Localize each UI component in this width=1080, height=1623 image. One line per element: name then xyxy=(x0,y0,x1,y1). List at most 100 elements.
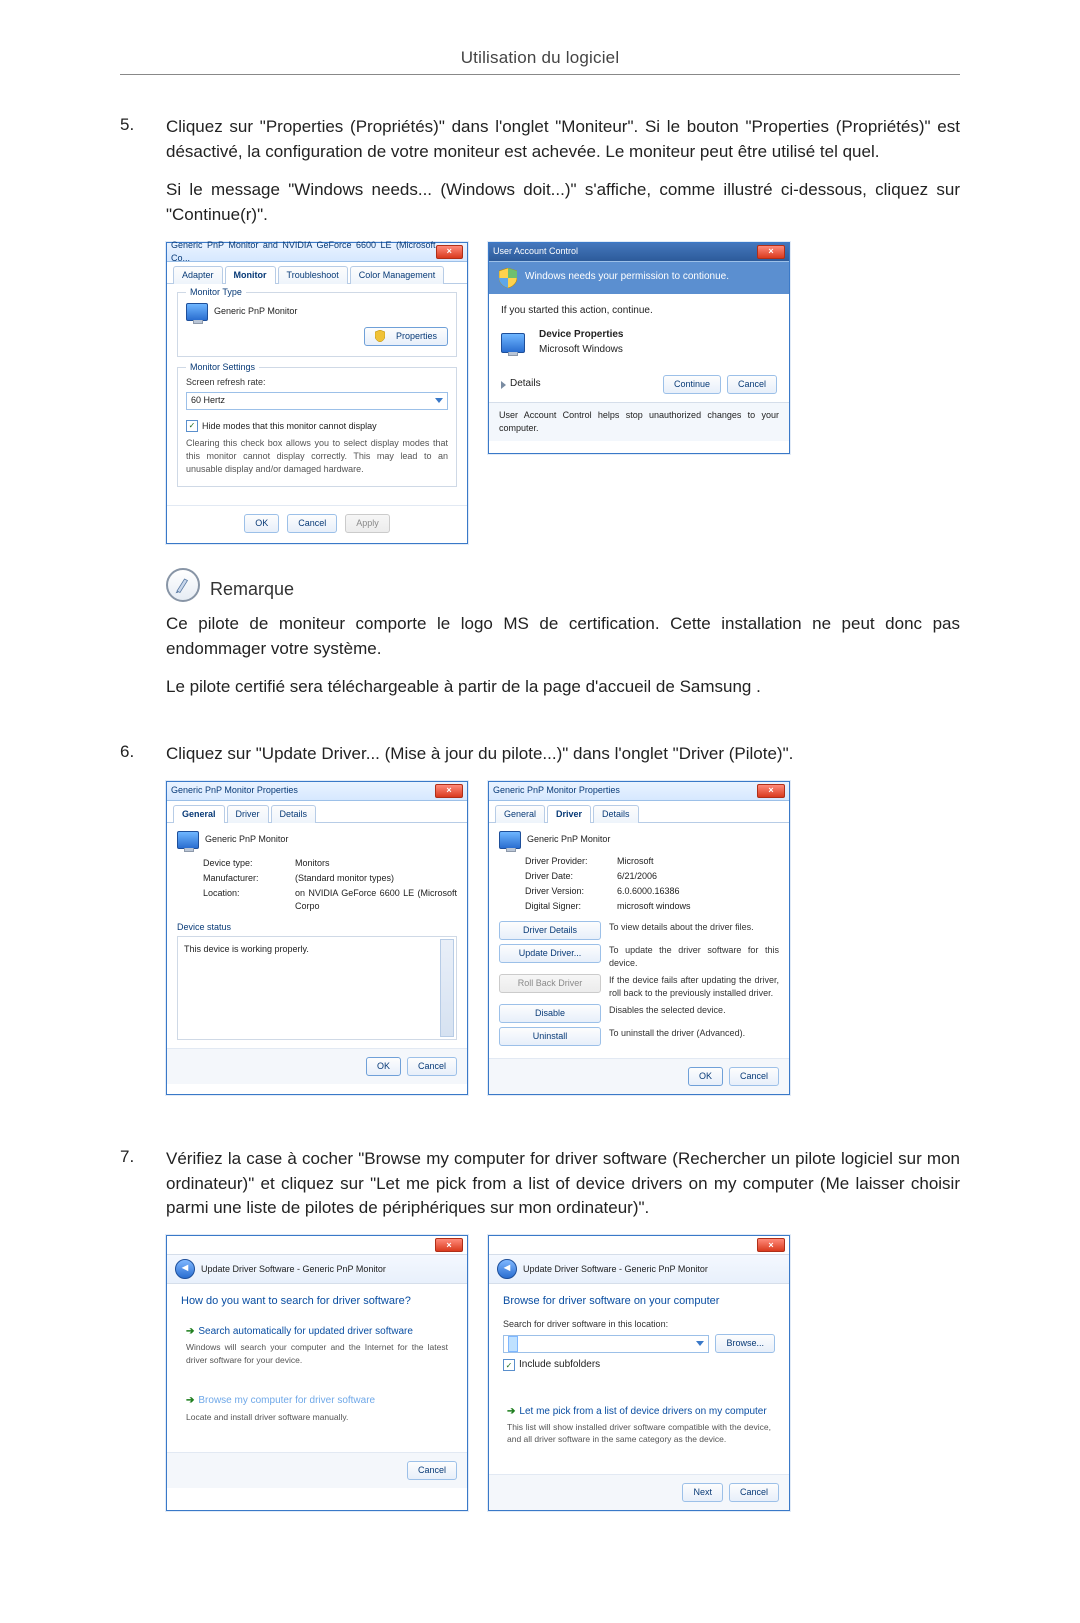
cancel-button[interactable]: Cancel xyxy=(729,1067,779,1086)
ok-button[interactable]: OK xyxy=(366,1057,401,1076)
option-pick-sub: This list will show installed driver sof… xyxy=(507,1421,771,1446)
tab-color-management[interactable]: Color Management xyxy=(350,266,445,284)
driver-details-button[interactable]: Driver Details xyxy=(499,921,601,940)
arrow-icon: ➔ xyxy=(186,1326,194,1337)
search-location-label: Search for driver software in this locat… xyxy=(503,1318,775,1331)
ok-button[interactable]: OK xyxy=(688,1067,723,1086)
device-icon xyxy=(501,333,525,353)
rollback-driver-button[interactable]: Roll Back Driver xyxy=(499,974,601,993)
monitor-icon xyxy=(177,831,199,849)
update-driver-desc: To update the driver software for this d… xyxy=(609,944,779,970)
step6-text: Cliquez sur "Update Driver... (Mise à jo… xyxy=(166,742,960,767)
device-status-label: Device status xyxy=(177,921,457,934)
dialog-device-general: Generic PnP Monitor Properties × General… xyxy=(166,781,468,1096)
ok-button[interactable]: OK xyxy=(244,514,279,533)
group-monitor-settings: Monitor Settings xyxy=(186,361,259,374)
monitor-icon xyxy=(499,831,521,849)
step-number-7: 7. xyxy=(120,1147,144,1535)
tab-monitor[interactable]: Monitor xyxy=(225,266,276,284)
step5-para2: Si le message "Windows needs... (Windows… xyxy=(166,178,960,227)
window-title: Generic PnP Monitor Properties xyxy=(493,784,620,797)
back-button[interactable]: ◄ xyxy=(175,1259,195,1279)
wizard-heading: How do you want to search for driver sof… xyxy=(181,1294,453,1310)
device-status-box: This device is working properly. xyxy=(177,936,457,1040)
dialog-device-driver: Generic PnP Monitor Properties × General… xyxy=(488,781,790,1096)
details-toggle[interactable]: Details xyxy=(510,377,541,392)
close-icon[interactable]: × xyxy=(757,245,785,259)
driver-version-value: 6.0.6000.16386 xyxy=(617,885,680,898)
hide-modes-note: Clearing this check box allows you to se… xyxy=(186,437,448,476)
uninstall-button[interactable]: Uninstall xyxy=(499,1027,601,1046)
uac-item-title: Device Properties xyxy=(539,328,624,343)
apply-button[interactable]: Apply xyxy=(345,514,390,533)
option-search-auto[interactable]: ➔ Search automatically for updated driver… xyxy=(181,1320,453,1371)
include-subfolders-checkbox[interactable]: ✓ xyxy=(503,1359,515,1371)
refresh-rate-value: 60 Hertz xyxy=(191,394,225,407)
manufacturer-label: Manufacturer: xyxy=(203,872,281,885)
dialog-monitor-properties: Generic PnP Monitor and NVIDIA GeForce 6… xyxy=(166,242,468,544)
chevron-down-icon xyxy=(696,1341,704,1346)
group-monitor-type: Monitor Type xyxy=(186,286,246,299)
tab-general[interactable]: General xyxy=(495,805,545,823)
chevron-right-icon xyxy=(501,381,506,389)
refresh-rate-select[interactable]: 60 Hertz xyxy=(186,392,448,410)
location-value: on NVIDIA GeForce 6600 LE (Microsoft Cor… xyxy=(295,887,457,913)
tab-adapter[interactable]: Adapter xyxy=(173,266,223,284)
close-icon[interactable]: × xyxy=(435,784,463,798)
refresh-rate-label: Screen refresh rate: xyxy=(186,376,448,389)
tab-general[interactable]: General xyxy=(173,805,225,823)
cancel-button[interactable]: Cancel xyxy=(727,375,777,394)
next-button[interactable]: Next xyxy=(682,1483,723,1502)
hide-modes-checkbox[interactable]: ✓ xyxy=(186,420,198,432)
option-pick-from-list[interactable]: ➔Let me pick from a list of device drive… xyxy=(503,1401,775,1450)
option-browse-title: Browse my computer for driver software xyxy=(198,1395,375,1406)
close-icon[interactable]: × xyxy=(436,245,463,259)
continue-button[interactable]: Continue xyxy=(663,375,721,394)
tab-driver[interactable]: Driver xyxy=(227,805,269,823)
close-icon[interactable]: × xyxy=(757,1238,785,1252)
manufacturer-value: (Standard monitor types) xyxy=(295,872,394,885)
cancel-button[interactable]: Cancel xyxy=(287,514,337,533)
arrow-icon: ➔ xyxy=(186,1395,194,1406)
tab-details[interactable]: Details xyxy=(271,805,317,823)
dialog-update-driver-search: × ◄ Update Driver Software - Generic PnP… xyxy=(166,1235,468,1511)
monitor-icon xyxy=(186,303,208,321)
option-browse[interactable]: ➔Browse my computer for driver software … xyxy=(181,1389,453,1428)
tab-details[interactable]: Details xyxy=(593,805,639,823)
wizard-heading: Browse for driver software on your compu… xyxy=(503,1294,775,1310)
cancel-button[interactable]: Cancel xyxy=(407,1057,457,1076)
step5-para1: Cliquez sur "Properties (Propriétés)" da… xyxy=(166,115,960,164)
hide-modes-label: Hide modes that this monitor cannot disp… xyxy=(202,420,377,433)
search-location-input[interactable] xyxy=(503,1335,709,1353)
update-driver-button[interactable]: Update Driver... xyxy=(499,944,601,963)
uac-footer-note: User Account Control helps stop unauthor… xyxy=(489,402,789,441)
close-icon[interactable]: × xyxy=(757,784,785,798)
window-title: Generic PnP Monitor and NVIDIA GeForce 6… xyxy=(171,239,436,265)
chevron-down-icon xyxy=(435,398,443,403)
close-icon[interactable]: × xyxy=(435,1238,463,1252)
device-name: Generic PnP Monitor xyxy=(527,833,610,846)
breadcrumb: Update Driver Software - Generic PnP Mon… xyxy=(201,1263,386,1276)
page-title: Utilisation du logiciel xyxy=(120,48,960,75)
tab-driver[interactable]: Driver xyxy=(547,805,591,823)
driver-date-label: Driver Date: xyxy=(525,870,603,883)
tab-troubleshoot[interactable]: Troubleshoot xyxy=(278,266,348,284)
step7-text: Vérifiez la case à cocher "Browse my com… xyxy=(166,1147,960,1221)
option-search-auto-sub: Windows will search your computer and th… xyxy=(186,1341,448,1366)
cancel-button[interactable]: Cancel xyxy=(407,1461,457,1480)
driver-details-desc: To view details about the driver files. xyxy=(609,921,754,934)
properties-button[interactable]: Properties xyxy=(364,327,448,346)
step-number-5: 5. xyxy=(120,115,144,714)
browse-button[interactable]: Browse... xyxy=(715,1334,775,1353)
search-location-value xyxy=(508,1336,518,1352)
uninstall-desc: To uninstall the driver (Advanced). xyxy=(609,1027,745,1040)
cancel-button[interactable]: Cancel xyxy=(729,1483,779,1502)
disable-button[interactable]: Disable xyxy=(499,1004,601,1023)
uac-if-started: If you started this action, continue. xyxy=(501,304,777,319)
back-button[interactable]: ◄ xyxy=(497,1259,517,1279)
driver-version-label: Driver Version: xyxy=(525,885,603,898)
disable-desc: Disables the selected device. xyxy=(609,1004,726,1017)
uac-item-publisher: Microsoft Windows xyxy=(539,343,624,358)
option-search-auto-title: Search automatically for updated driver … xyxy=(198,1326,413,1337)
properties-button-label: Properties xyxy=(396,331,437,341)
